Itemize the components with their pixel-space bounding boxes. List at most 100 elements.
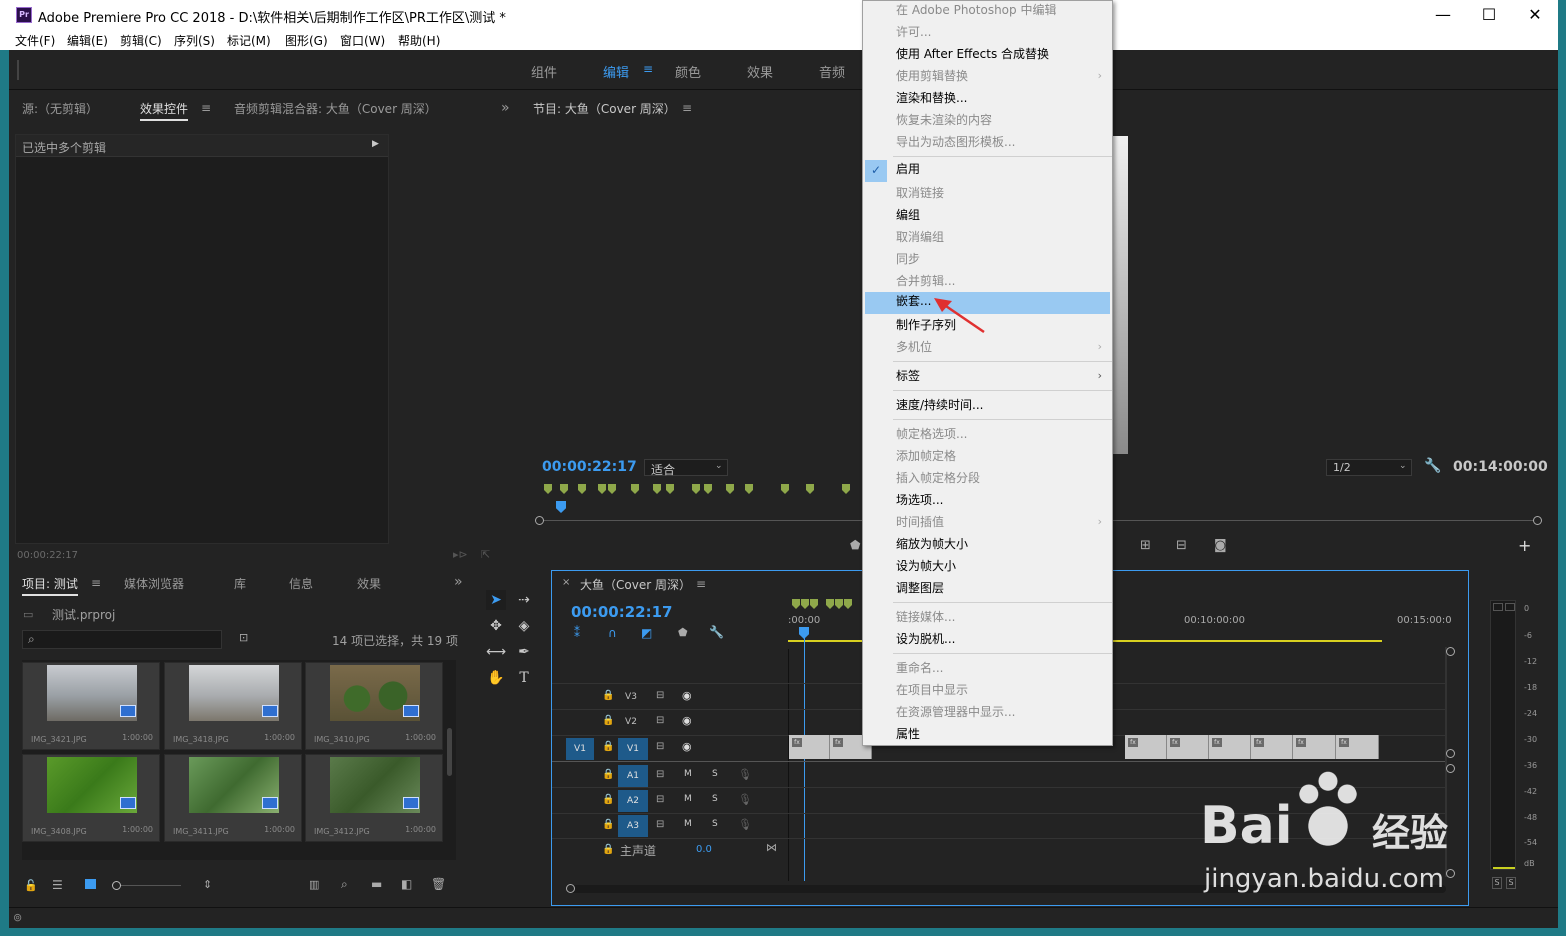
marker[interactable] [544,484,552,494]
lock-icon[interactable]: 🔓 [24,879,38,892]
add-marker-icon[interactable]: ⬟ [678,626,688,639]
sync-lock-icon[interactable]: ⊟ [656,715,664,726]
icon-view-icon[interactable] [85,879,96,889]
solo-right-button[interactable]: S [1506,877,1516,889]
program-menu-icon[interactable]: ≡ [682,101,692,115]
vscroll-handle[interactable] [1446,647,1455,656]
menu-item-properties[interactable]: 属性 [863,725,1112,747]
workspace-color[interactable]: 颜色 [675,62,701,81]
project-item[interactable]: IMG_3412.JPG 1:00:00 [305,754,443,842]
menu-item-adjustment-layer[interactable]: 调整图层 [863,579,1112,601]
menu-item-multi-camera[interactable]: 多机位 › [863,338,1112,360]
marker[interactable] [578,484,586,494]
eye-icon[interactable]: ◉ [682,689,692,702]
menu-item-field-options[interactable]: 场选项... [863,491,1112,513]
add-marker-icon[interactable]: ⬟ [850,538,860,552]
creative-cloud-icon[interactable]: ⊚ [13,911,22,924]
sync-lock-icon[interactable]: ⊟ [656,769,664,780]
tab-project[interactable]: 项目: 测试 [22,575,78,596]
timeline-menu-icon[interactable]: ≡ [696,577,706,591]
mute-button[interactable]: M [684,819,692,829]
marker[interactable] [801,599,809,609]
microphone-icon[interactable]: 🎙 [738,768,752,781]
zoom-slider-handle[interactable] [112,881,121,890]
menu-edit[interactable]: 编辑(E) [67,32,108,49]
menu-item-replace-with-ae-comp[interactable]: 使用 After Effects 合成替换 [863,45,1112,67]
project-menu-icon[interactable]: ≡ [91,576,101,590]
workspace-audio[interactable]: 音频 [819,62,845,81]
timeline-clip[interactable]: fx [789,735,830,759]
source-patch-v1[interactable]: V1 [566,738,594,760]
marker[interactable] [653,484,661,494]
marker[interactable] [666,484,674,494]
razor-tool-icon[interactable]: ◈ [514,616,534,636]
sync-lock-icon[interactable]: ⊟ [656,819,664,830]
fit-dropdown[interactable]: 适合 ⌄ [644,459,728,477]
trash-icon[interactable]: 🗑 [431,877,446,891]
eye-icon[interactable]: ◉ [682,740,692,753]
menu-item-reveal-in-project[interactable]: 在项目中显示 [863,681,1112,703]
tab-info[interactable]: 信息 [289,575,313,592]
lock-icon[interactable]: 🔒 [602,794,614,805]
solo-button[interactable]: S [712,769,718,779]
marker[interactable] [806,484,814,494]
tab-library[interactable]: 库 [234,575,246,592]
timeline-clip[interactable]: fx [1125,735,1167,759]
menu-item-speed-duration[interactable]: 速度/持续时间... [863,396,1112,418]
panel-menu-icon[interactable]: ≡ [201,101,211,115]
menu-item-group[interactable]: 编组 [863,206,1112,228]
vscroll-handle[interactable] [1446,749,1455,758]
export-icon[interactable]: ⇱ [481,548,490,561]
new-bin-icon[interactable]: ▬ [371,877,382,891]
sync-lock-icon[interactable]: ⊟ [656,690,664,701]
marker[interactable] [726,484,734,494]
marker[interactable] [810,599,818,609]
menu-item-enable[interactable]: ✓ 启用 [863,160,1112,182]
project-item[interactable]: IMG_3408.JPG 1:00:00 [22,754,160,842]
workspace-menu-icon[interactable]: ≡ [643,62,653,76]
menu-item-add-frame-hold[interactable]: 添加帧定格 [863,447,1112,469]
menu-clip[interactable]: 剪辑(C) [120,32,162,49]
lock-icon[interactable]: 🔒 [602,769,614,780]
microphone-icon[interactable]: 🎙 [738,818,752,831]
tab-effect-controls[interactable]: 效果控件 [140,100,189,121]
menu-help[interactable]: 帮助(H) [398,32,440,49]
filter-icon[interactable]: ▸⊳ [453,548,468,561]
menu-item-license[interactable]: 许可... [863,23,1112,45]
marker[interactable] [781,484,789,494]
menu-item-time-interpolation[interactable]: 时间插值 › [863,513,1112,535]
solo-button[interactable]: S [712,819,718,829]
menu-window[interactable]: 窗口(W) [340,32,385,49]
wrench-icon[interactable]: 🔧 [709,625,724,639]
timeline-clip[interactable]: fx [1251,735,1293,759]
menu-markers[interactable]: 标记(M) [227,32,271,49]
new-bin-search-icon[interactable]: ⊡ [239,631,248,644]
menu-item-ungroup[interactable]: 取消编组 [863,228,1112,250]
tab-effects[interactable]: 效果 [357,575,381,592]
marker[interactable] [792,599,800,609]
marker[interactable] [631,484,639,494]
close-button[interactable]: ✕ [1512,0,1558,30]
lock-icon[interactable]: 🔒 [602,690,614,701]
menu-sequence[interactable]: 序列(S) [174,32,215,49]
menu-file[interactable]: 文件(F) [15,32,55,49]
marker[interactable] [692,484,700,494]
new-item-icon[interactable]: ◧ [401,877,412,891]
lock-icon[interactable]: 🔒 [602,741,614,752]
find-icon[interactable]: ⌕ [341,877,348,892]
automate-icon[interactable]: ▥ [309,878,319,891]
add-button-icon[interactable]: + [1518,536,1531,555]
search-input[interactable]: ⌕ [22,630,222,649]
eye-icon[interactable]: ◉ [682,714,692,727]
project-item[interactable]: IMG_3421.JPG 1:00:00 [22,662,160,750]
tab-audio-clip-mixer[interactable]: 音频剪辑混合器: 大鱼（Cover 周深） [234,100,437,117]
slip-tool-icon[interactable]: ⟷ [486,642,506,662]
menu-item-make-offline[interactable]: 设为脱机... [863,630,1112,652]
timeline-clip[interactable]: fx [1209,735,1251,759]
scrub-end-handle[interactable] [1533,516,1542,525]
lock-icon[interactable]: 🔒 [602,844,614,855]
master-volume-value[interactable]: 0.0 [696,844,712,855]
overflow-chevron-icon[interactable]: » [501,100,510,116]
sync-lock-icon[interactable]: ⊟ [656,794,664,805]
marker[interactable] [844,599,852,609]
